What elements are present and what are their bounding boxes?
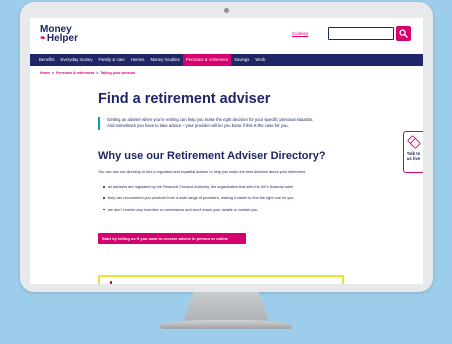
monitor-stand-neck: [183, 292, 269, 322]
breadcrumb-separator: >: [52, 71, 55, 75]
chat-bubbles-icon: [407, 135, 420, 149]
chat-label: Talk to us live: [407, 151, 421, 161]
page-title: Find a retirement adviser: [98, 91, 271, 107]
nav-item-money-troubles[interactable]: Money troubles: [147, 54, 182, 66]
intro-paragraph: You can use our directory to find a regu…: [98, 170, 307, 174]
section-heading: Why use our Retirement Adviser Directory…: [98, 150, 326, 162]
main-nav: Benefits Everyday money Family & care Ho…: [30, 54, 423, 66]
search-input[interactable]: [328, 27, 394, 40]
monitor-stand-base: [160, 320, 292, 329]
swirl-icon: ❧: [40, 35, 46, 42]
nav-item-homes[interactable]: Homes: [128, 54, 148, 66]
chat-label-line2: us live: [406, 156, 421, 162]
logo-line2: Helper: [46, 33, 78, 44]
nav-item-work[interactable]: Work: [252, 54, 268, 66]
highlight-panel: [98, 275, 344, 284]
camera-dot: [224, 8, 229, 13]
site-header: Money ❧ Helper Cookies: [30, 18, 423, 54]
breadcrumb-separator: >: [96, 71, 99, 75]
panel-accent-bar: [110, 281, 112, 284]
logo[interactable]: Money ❧ Helper: [40, 25, 78, 44]
live-chat-tab[interactable]: Talk to us live: [403, 131, 423, 173]
benefits-list: all advisers are regulated by the Financ…: [103, 185, 294, 219]
breadcrumb-home[interactable]: Home: [40, 71, 50, 75]
cookies-link[interactable]: Cookies: [292, 31, 308, 36]
list-item: they can recommend you products from a w…: [103, 196, 294, 200]
monitor-frame: Money ❧ Helper Cookies Benefits Everyday …: [20, 2, 433, 292]
list-item: all advisers are regulated by the Financ…: [103, 185, 294, 189]
list-item: we don’t receive any incentive or commis…: [103, 208, 294, 212]
search-icon: [399, 29, 408, 38]
nav-item-savings[interactable]: Savings: [231, 54, 252, 66]
start-button[interactable]: Start by telling us if you want to recei…: [98, 233, 246, 244]
nav-item-benefits[interactable]: Benefits: [36, 54, 58, 66]
nav-item-family-care[interactable]: Family & care: [96, 54, 128, 66]
breadcrumb-current[interactable]: Taking your pension: [100, 71, 135, 75]
search-button[interactable]: [396, 26, 411, 41]
intro-callout: Getting an adviser when you’re retiring …: [98, 117, 358, 130]
screen: Money ❧ Helper Cookies Benefits Everyday …: [30, 18, 423, 284]
breadcrumb: Home > Pensions & retirement > Taking yo…: [40, 71, 135, 75]
intro-line2: And sometimes you have to take advice – …: [107, 123, 289, 129]
breadcrumb-section[interactable]: Pensions & retirement: [56, 71, 94, 75]
nav-item-everyday-money[interactable]: Everyday money: [58, 54, 96, 66]
nav-item-pensions-retirement[interactable]: Pensions & retirement: [182, 54, 232, 66]
